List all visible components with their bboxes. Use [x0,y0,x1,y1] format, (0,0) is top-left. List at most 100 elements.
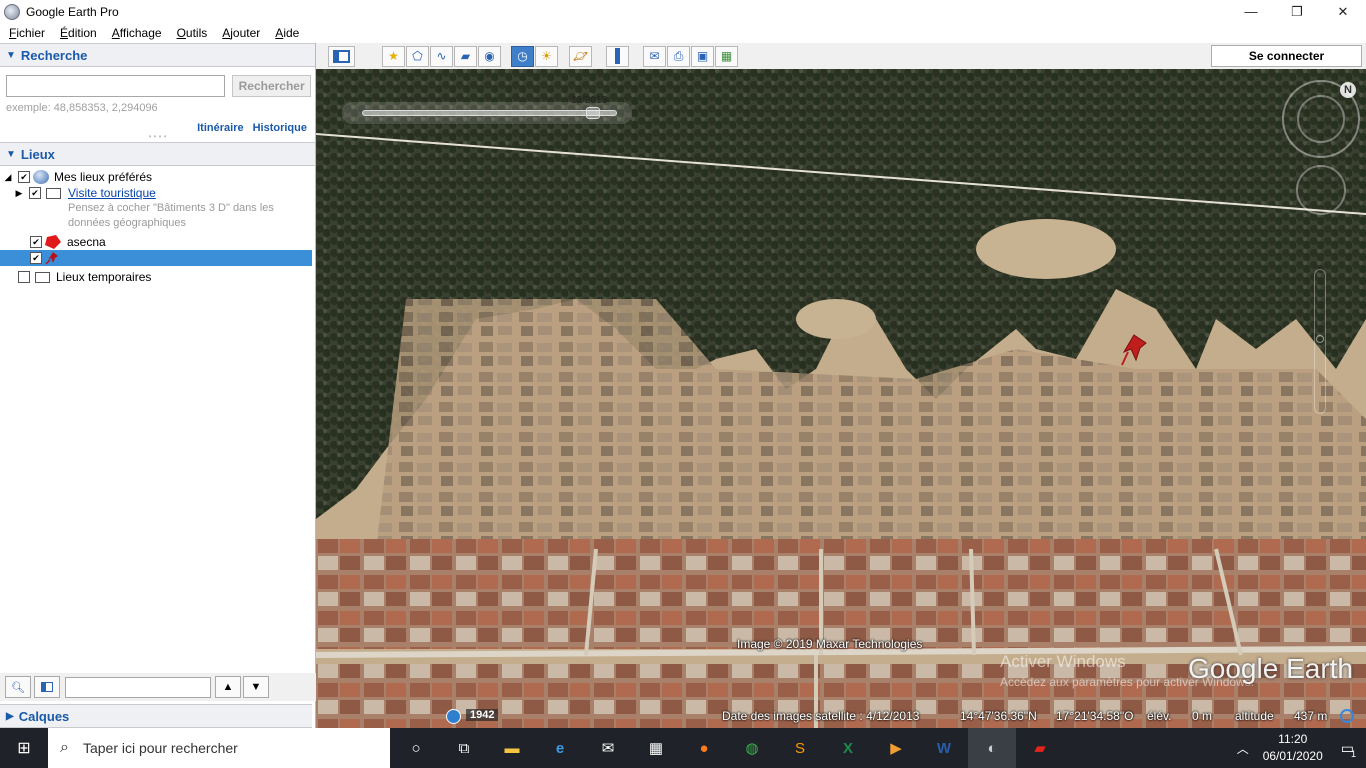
media-player-icon: ▶ [890,740,902,757]
menu-fichier[interactable]: Fichier [0,26,51,40]
checkbox[interactable]: ✔ [30,252,42,264]
places-panel-header[interactable]: ▼ Lieux [0,142,315,166]
tree-item-label: Lieux temporaires [56,270,152,284]
sublime-button[interactable]: S [776,728,824,768]
acrobat-button[interactable]: ▰ [1016,728,1064,768]
cortana-button[interactable]: ○ [392,728,440,768]
toggle-panel-button[interactable] [34,676,60,698]
clock[interactable]: 11:20 06/01/2020 [1263,731,1323,765]
arrow-down-icon: ▼ [250,681,262,693]
historical-imagery-icon: ◷ [517,49,528,63]
menu-ajouter[interactable]: Ajouter [213,26,266,40]
historical-clock-icon[interactable] [446,709,461,724]
search-hint: exemple: 48,858353, 2,294096 [6,102,158,114]
move-down-button[interactable]: ▼ [243,676,269,698]
menu-affichage[interactable]: Affichage [103,26,168,40]
tree-item-my-places[interactable]: ◢ ✔ Mes lieux préférés [0,169,315,185]
menu-aide[interactable]: Aide [266,26,305,40]
print-button[interactable]: ⎙ [667,45,690,67]
zoom-slider[interactable] [1314,269,1326,414]
checkbox[interactable]: ✔ [30,236,42,248]
directions-link[interactable]: Itinéraire [197,122,243,134]
oldest-imagery-year[interactable]: 1942 [466,709,499,721]
sign-in-button[interactable]: Se connecter [1211,45,1362,67]
planets-button[interactable]: 🪐︎ [569,45,592,67]
main-toolbar: ★ ⬠ ∿ ▰ ◉ ◷ ☀ 🪐︎ ✉ ⎙ ▣ ▦ Se connecter [316,43,1366,69]
view-in-maps-button[interactable]: ▦ [715,45,738,67]
menu-edition[interactable]: Édition [51,26,103,40]
menu-outils[interactable]: Outils [168,26,214,40]
chrome-icon: ◍ [745,740,759,757]
sunlight-icon: ☀ [541,49,552,63]
history-link[interactable]: Historique [253,122,307,134]
toggle-sidebar-button[interactable] [328,45,355,67]
search-input[interactable] [6,75,226,97]
record-tour-button[interactable]: ◉ [478,45,501,67]
layers-panel-title: Calques [18,708,70,724]
tree-item-link[interactable]: Visite touristique [68,186,156,200]
expand-triangle-icon: ▶ [6,710,14,722]
places-filter-input[interactable] [65,676,211,698]
historical-imagery-button[interactable]: ◷ [511,45,534,67]
mail-button[interactable]: ✉ [584,728,632,768]
start-button[interactable]: ⊞ [0,728,48,768]
time-slider[interactable]: 12/2013 [342,95,632,124]
expand-icon[interactable]: ◢ [2,172,14,183]
edge-button[interactable]: e [536,728,584,768]
polygon-icon: ⬠ [412,49,423,63]
checkbox[interactable] [18,271,30,283]
explorer-button[interactable]: ▬ [488,728,536,768]
checkbox[interactable]: ✔ [18,171,30,183]
email-button[interactable]: ✉ [643,45,666,67]
chrome-button[interactable]: ◍ [728,728,776,768]
tree-item-tour[interactable]: ▶ ✔ Visite touristique [0,185,315,201]
store-button[interactable]: ▦ [632,728,680,768]
sublime-icon: S [794,739,805,757]
resize-handle[interactable]: • • • • [0,133,315,141]
move-control[interactable] [1296,165,1346,215]
sidebar: ▼ Recherche Rechercher exemple: 48,85835… [0,43,316,728]
time-slider-thumb[interactable] [586,107,600,119]
tree-item-label: Mes lieux préférés [54,170,153,184]
checkbox[interactable]: ✔ [29,187,41,199]
minimize-button[interactable]: — [1228,0,1274,23]
layers-panel-header[interactable]: ▶ Calques [0,704,312,728]
add-polygon-button[interactable]: ⬠ [406,45,429,67]
add-path-button[interactable]: ∿ [430,45,453,67]
satellite-imagery [316,69,1366,728]
map-view[interactable]: 12/2013 N Image © 2019 Maxar Technologie… [316,69,1366,728]
cortana-icon: ○ [411,739,421,757]
task-view-button[interactable]: ⧉ [440,728,488,768]
add-placemark-button[interactable]: ★ [382,45,405,67]
tree-item-asecna[interactable]: ✔ asecna [0,234,315,250]
google-earth-logo: Google Earth [1188,653,1353,684]
search-panel-header[interactable]: ▼ Recherche [0,43,315,67]
move-up-button[interactable]: ▲ [215,676,241,698]
taskbar-search[interactable]: ⌕ Taper ici pour rechercher [48,728,390,768]
close-button[interactable]: ✕ [1320,0,1366,23]
chevron-up-icon[interactable]: ︿ [1237,740,1249,757]
time-slider-track[interactable] [362,110,617,116]
search-places-button[interactable]: 🔍︎ [5,676,31,698]
north-icon[interactable]: N [1340,82,1356,98]
save-image-button[interactable]: ▣ [691,45,714,67]
look-control[interactable]: N [1282,80,1360,158]
add-image-overlay-button[interactable]: ▰ [454,45,477,67]
folder-icon [35,271,50,283]
longitude: 17°21'34.58"O [1056,709,1134,723]
excel-button[interactable]: X [824,728,872,768]
maximize-button[interactable]: ❐ [1274,0,1320,23]
google-earth-taskbar-button[interactable]: ◐ [968,728,1016,768]
media-player-button[interactable]: ▶ [872,728,920,768]
expand-icon[interactable]: ▶ [13,188,25,199]
firefox-button[interactable]: ● [680,728,728,768]
tree-item-temporary[interactable]: Lieux temporaires [0,269,315,285]
view-in-maps-icon: ▦ [720,49,733,63]
search-button[interactable]: Rechercher [232,75,311,97]
zoom-thumb[interactable] [1316,335,1324,343]
look-joystick[interactable] [1297,95,1345,143]
word-button[interactable]: W [920,728,968,768]
sunlight-button[interactable]: ☀ [535,45,558,67]
ruler-button[interactable] [606,45,629,67]
tree-item-placemark[interactable]: ✔ [0,250,312,266]
